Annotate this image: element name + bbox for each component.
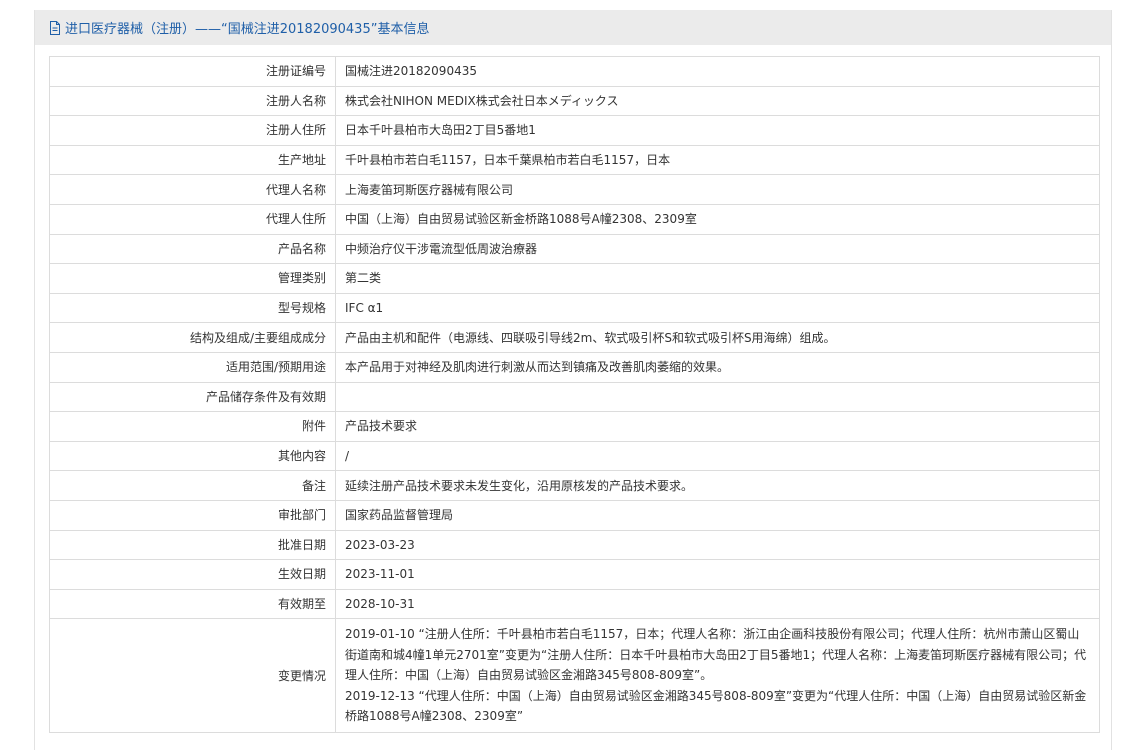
- table-row: 附件 产品技术要求: [49, 411, 1100, 442]
- table-row: 注册人住所 日本千叶县柏市大岛田2丁目5番地1: [49, 115, 1100, 146]
- detail-panel: 进口医疗器械（注册）——“国械注进20182090435”基本信息 注册证编号国…: [34, 10, 1112, 750]
- row-value: 产品技术要求: [335, 411, 1100, 442]
- info-table: 注册证编号 国械注进20182090435 注册人名称 株式会社NIHON MEDI…: [49, 56, 1100, 733]
- row-value: 2028-10-31: [335, 588, 1100, 620]
- row-label: 产品名称: [49, 233, 336, 265]
- row-label: 变更情况: [49, 618, 336, 733]
- row-label: 批准日期: [49, 529, 336, 561]
- row-label: 其他内容: [49, 440, 336, 472]
- row-value: 国家药品监督管理局: [335, 499, 1100, 531]
- page-title: 进口医疗器械（注册）——“国械注进20182090435”基本信息: [65, 22, 430, 37]
- row-value: 2023-11-01: [335, 559, 1100, 590]
- row-value: 日本千叶县柏市大岛田2丁目5番地1: [335, 115, 1100, 146]
- table-row: 产品储存条件及有效期: [49, 381, 1100, 413]
- table-row: 备注 延续注册产品技术要求未发生变化，沿用原核发的产品技术要求。: [49, 470, 1100, 501]
- change-entry: 2019-12-13 “代理人住所：中国（上海）自由贸易试验区金湘路345号80…: [345, 688, 1087, 724]
- row-label: 注册人名称: [49, 85, 336, 117]
- change-entry: 2019-01-10 “注册人住所：千叶县柏市若白毛1157，日本；代理人名称：…: [345, 627, 1087, 683]
- row-value: 国械注进20182090435: [335, 56, 1100, 87]
- row-label: 审批部门: [49, 499, 336, 531]
- table-row-changes: 变更情况 2019-01-10 “注册人住所：千叶县柏市若白毛1157，日本；代…: [49, 618, 1100, 733]
- table-row: 代理人住所 中国（上海）自由贸易试验区新金桥路1088号A幢2308、2309室: [49, 203, 1100, 235]
- row-label: 结构及组成/主要组成成分: [49, 322, 336, 353]
- row-label: 产品储存条件及有效期: [49, 381, 336, 413]
- row-value: 2023-03-23: [335, 529, 1100, 561]
- table-row: 注册证编号 国械注进20182090435: [49, 56, 1100, 87]
- table-row: 有效期至 2028-10-31: [49, 588, 1100, 620]
- row-label: 注册人住所: [49, 115, 336, 146]
- row-value: [335, 381, 1100, 413]
- row-value: 中频治疗仪干涉電流型低周波治療器: [335, 233, 1100, 265]
- row-value: 千叶县柏市若白毛1157，日本千葉県柏市若白毛1157，日本: [335, 144, 1100, 176]
- table-row: 结构及组成/主要组成成分 产品由主机和配件（电源线、四联吸引导线2m、软式吸引杯S…: [49, 322, 1100, 353]
- row-value: 第二类: [335, 263, 1100, 294]
- row-label: 代理人住所: [49, 203, 336, 235]
- table-row: 型号规格 IFC α1: [49, 292, 1100, 324]
- row-label: 注册证编号: [49, 56, 336, 87]
- table-row: 生产地址 千叶县柏市若白毛1157，日本千葉県柏市若白毛1157，日本: [49, 144, 1100, 176]
- row-label: 管理类别: [49, 263, 336, 294]
- row-label: 型号规格: [49, 292, 336, 324]
- row-label: 代理人名称: [49, 174, 336, 205]
- row-value: 上海麦笛珂斯医疗器械有限公司: [335, 174, 1100, 205]
- table-row: 其他内容 /: [49, 440, 1100, 472]
- row-value: 延续注册产品技术要求未发生变化，沿用原核发的产品技术要求。: [335, 470, 1100, 501]
- row-value: 株式会社NIHON MEDIX株式会社日本メディックス: [335, 85, 1100, 117]
- row-value: IFC α1: [335, 292, 1100, 324]
- row-label: 生产地址: [49, 144, 336, 176]
- row-label: 备注: [49, 470, 336, 501]
- row-label: 生效日期: [49, 559, 336, 590]
- row-label: 适用范围/预期用途: [49, 351, 336, 383]
- row-label: 有效期至: [49, 588, 336, 620]
- row-value: 产品由主机和配件（电源线、四联吸引导线2m、软式吸引杯S和软式吸引杯S用海绵）组…: [335, 322, 1100, 353]
- table-row: 注册人名称 株式会社NIHON MEDIX株式会社日本メディックス: [49, 85, 1100, 117]
- table-row: 审批部门 国家药品监督管理局: [49, 499, 1100, 531]
- row-value: 本产品用于对神经及肌肉进行刺激从而达到镇痛及改善肌肉萎缩的效果。: [335, 351, 1100, 383]
- change-history: 2019-01-10 “注册人住所：千叶县柏市若白毛1157，日本；代理人名称：…: [335, 618, 1100, 733]
- table-row: 批准日期 2023-03-23: [49, 529, 1100, 561]
- table-row: 产品名称 中频治疗仪干涉電流型低周波治療器: [49, 233, 1100, 265]
- row-value: /: [335, 440, 1100, 472]
- row-value: 中国（上海）自由贸易试验区新金桥路1088号A幢2308、2309室: [335, 203, 1100, 235]
- table-row: 生效日期 2023-11-01: [49, 559, 1100, 590]
- table-row: 管理类别 第二类: [49, 263, 1100, 294]
- table-row: 适用范围/预期用途 本产品用于对神经及肌肉进行刺激从而达到镇痛及改善肌肉萎缩的效果…: [49, 351, 1100, 383]
- table-row: 代理人名称 上海麦笛珂斯医疗器械有限公司: [49, 174, 1100, 205]
- row-label: 附件: [49, 411, 336, 442]
- panel-header: 进口医疗器械（注册）——“国械注进20182090435”基本信息: [35, 10, 1111, 45]
- document-icon: [49, 20, 62, 35]
